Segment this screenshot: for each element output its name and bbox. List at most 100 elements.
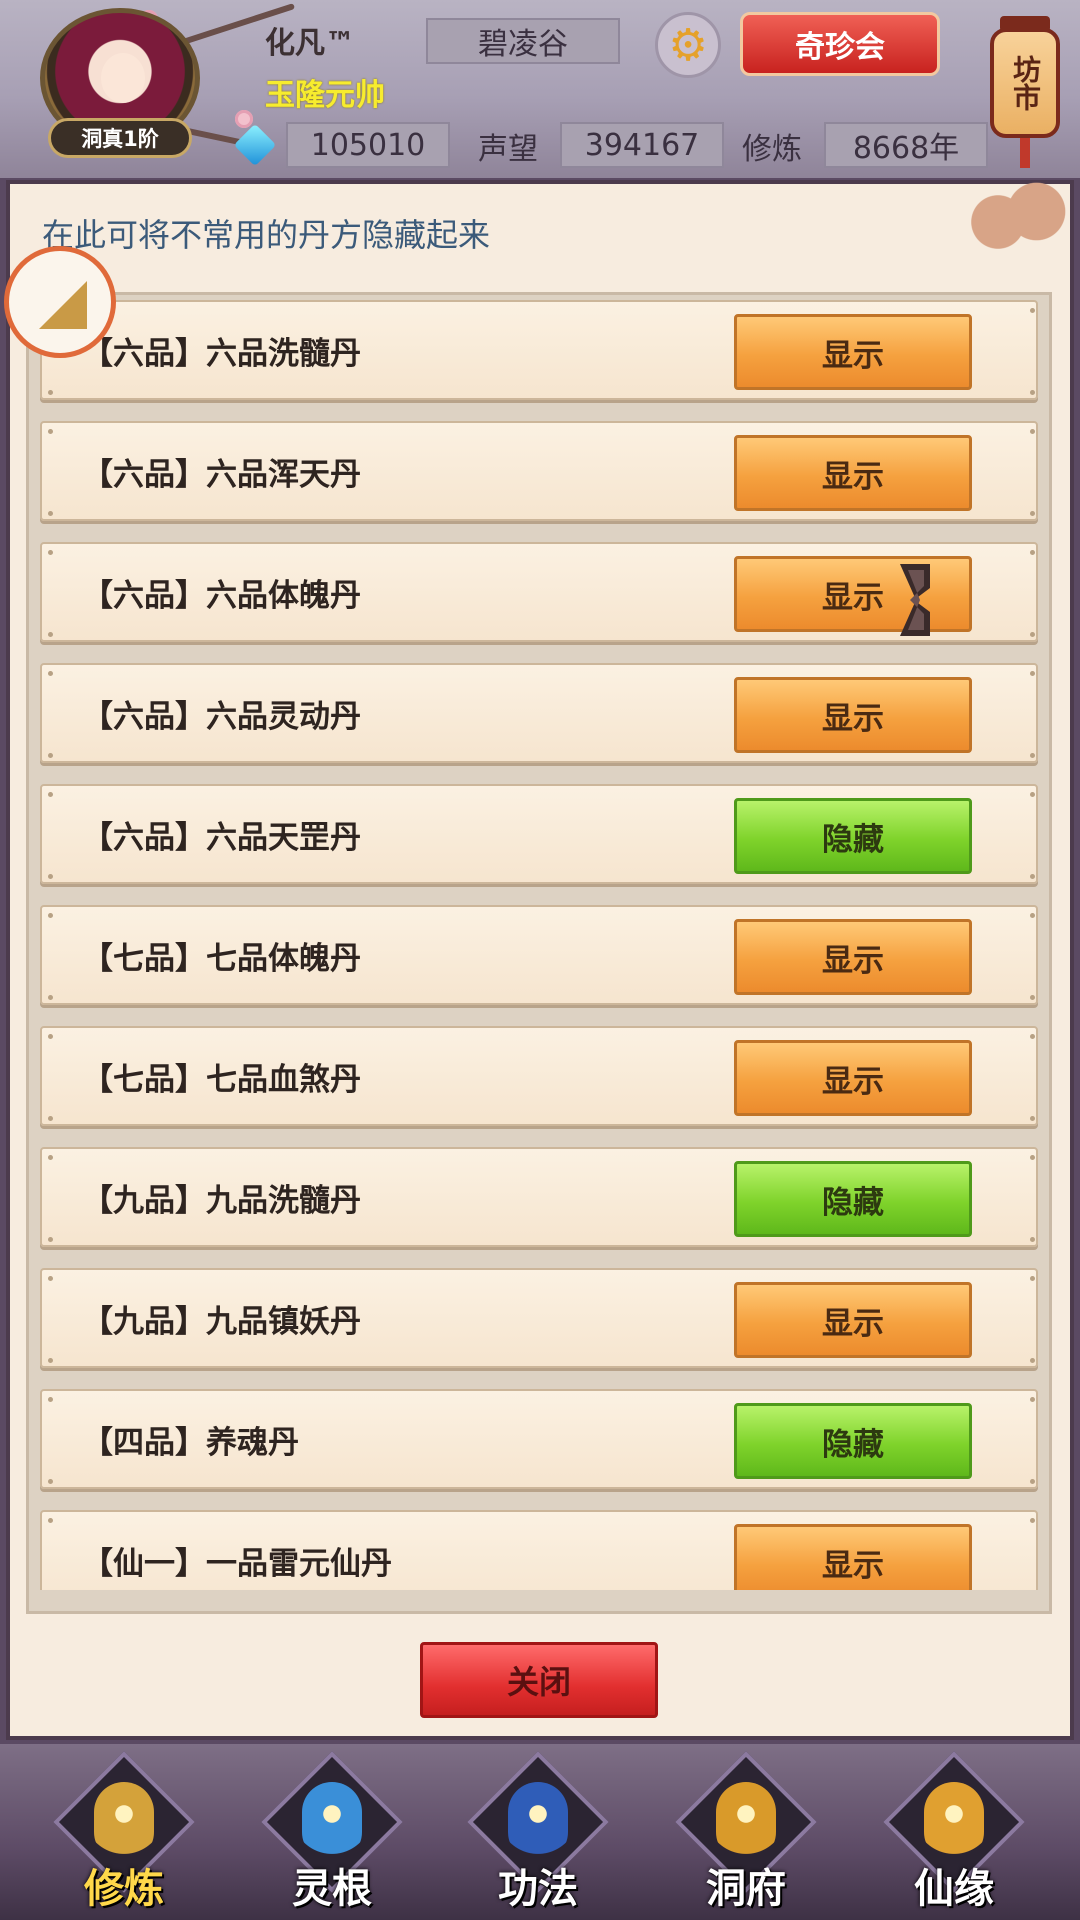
row-rivet xyxy=(1030,1518,1035,1523)
row-rivet xyxy=(48,1237,53,1242)
row-rivet xyxy=(48,632,53,637)
hide-recipe-button[interactable]: 隐藏 xyxy=(734,798,972,874)
recipe-name: 【七品】七品体魄丹 xyxy=(82,940,361,977)
nav-spirit-root[interactable]: 灵根 xyxy=(261,1751,403,1912)
recipe-name: 【四品】养魂丹 xyxy=(82,1424,299,1461)
recipe-name: 【六品】六品天罡丹 xyxy=(82,819,361,856)
row-rivet xyxy=(1030,913,1035,918)
collapse-toggle-button[interactable] xyxy=(4,246,116,358)
gourd-icon xyxy=(924,1782,984,1862)
row-rivet xyxy=(1030,671,1035,676)
recipe-row: 【九品】九品洗髓丹 隐藏 xyxy=(40,1147,1038,1247)
recipe-name: 【九品】九品镇妖丹 xyxy=(82,1303,361,1340)
row-rivet xyxy=(48,550,53,555)
show-recipe-button[interactable]: 显示 xyxy=(734,919,972,995)
row-rivet xyxy=(1030,1358,1035,1363)
row-rivet xyxy=(48,995,53,1000)
gems-field: 105010 xyxy=(286,122,450,168)
yinyang-sword-icon xyxy=(302,1782,362,1862)
rank-badge: 洞真1阶 xyxy=(48,118,192,158)
treasure-auction-button[interactable]: 奇珍会 xyxy=(740,12,940,76)
close-button[interactable]: 关闭 xyxy=(420,1642,658,1718)
monk-icon xyxy=(94,1782,154,1862)
nav-technique[interactable]: 功法 xyxy=(467,1751,609,1912)
nav-fate[interactable]: 仙缘 xyxy=(883,1751,1025,1912)
row-rivet xyxy=(48,1479,53,1484)
blossom-decoration xyxy=(235,110,253,128)
row-rivet xyxy=(1030,1034,1035,1039)
nav-cave[interactable]: 洞府 xyxy=(675,1751,817,1912)
row-rivet xyxy=(1030,1116,1035,1121)
recipe-row: 【六品】六品天罡丹 隐藏 xyxy=(40,784,1038,884)
reputation-label: 声望 xyxy=(478,132,538,167)
sect-field: 碧凌谷 xyxy=(426,18,620,64)
side-arrow-icon[interactable] xyxy=(896,560,946,640)
row-rivet xyxy=(48,429,53,434)
row-rivet xyxy=(1030,550,1035,555)
settings-gear-icon[interactable]: ⚙ xyxy=(655,12,721,78)
row-rivet xyxy=(48,1518,53,1523)
recipe-row: 【六品】六品浑天丹 显示 xyxy=(40,421,1038,521)
recipe-list[interactable]: 【六品】六品洗髓丹 显示 【六品】六品浑天丹 显示 【六品】六品体魄丹 显示 【六品】六品灵… xyxy=(40,300,1038,1590)
recipe-name: 【六品】六品体魄丹 xyxy=(82,577,361,614)
row-rivet xyxy=(1030,995,1035,1000)
nav-cultivate[interactable]: 修炼 xyxy=(53,1751,195,1912)
row-rivet xyxy=(1030,1276,1035,1281)
avatar-face xyxy=(101,53,145,103)
show-recipe-button[interactable]: 显示 xyxy=(734,677,972,753)
hide-recipe-button[interactable]: 隐藏 xyxy=(734,1161,972,1237)
recipe-row: 【六品】六品灵动丹 显示 xyxy=(40,663,1038,763)
player-name: 化凡™ xyxy=(265,26,355,61)
row-rivet xyxy=(48,1116,53,1121)
row-rivet xyxy=(48,1276,53,1281)
row-rivet xyxy=(48,1397,53,1402)
recipe-row: 【六品】六品体魄丹 显示 xyxy=(40,542,1038,642)
hide-recipe-button[interactable]: 隐藏 xyxy=(734,1403,972,1479)
recipe-name: 【仙一】一品雷元仙丹 xyxy=(82,1545,392,1582)
recipe-name: 【六品】六品浑天丹 xyxy=(82,456,361,493)
recipe-name: 【六品】六品灵动丹 xyxy=(82,698,361,735)
row-rivet xyxy=(48,1358,53,1363)
nav-label: 仙缘 xyxy=(914,1866,994,1912)
row-rivet xyxy=(48,792,53,797)
recipe-name: 【七品】七品血煞丹 xyxy=(82,1061,361,1098)
row-rivet xyxy=(1030,753,1035,758)
row-rivet xyxy=(1030,632,1035,637)
recipe-row: 【九品】九品镇妖丹 显示 xyxy=(40,1268,1038,1368)
pagoda-icon xyxy=(716,1782,776,1862)
row-rivet xyxy=(1030,1237,1035,1242)
book-icon xyxy=(508,1782,568,1862)
triangle-corner-icon xyxy=(39,281,87,329)
recipe-row: 【四品】养魂丹 隐藏 xyxy=(40,1389,1038,1489)
show-recipe-button[interactable]: 显示 xyxy=(734,435,972,511)
row-rivet xyxy=(1030,429,1035,434)
row-rivet xyxy=(1030,792,1035,797)
show-recipe-button[interactable]: 显示 xyxy=(734,314,972,390)
show-recipe-button[interactable]: 显示 xyxy=(734,1040,972,1116)
market-lantern-button[interactable]: 坊市 xyxy=(990,10,1060,168)
cultivation-field: 8668年 xyxy=(824,122,988,168)
nav-label: 洞府 xyxy=(706,1866,786,1912)
row-rivet xyxy=(48,1155,53,1160)
show-recipe-button[interactable]: 显示 xyxy=(734,1282,972,1358)
row-rivet xyxy=(48,753,53,758)
lantern-label: 坊市 xyxy=(990,28,1060,138)
panel-hint: 在此可将不常用的丹方隐藏起来 xyxy=(42,216,491,254)
row-rivet xyxy=(48,1034,53,1039)
row-rivet xyxy=(48,913,53,918)
row-rivet xyxy=(1030,511,1035,516)
player-title: 玉隆元帅 xyxy=(265,78,385,113)
recipe-row: 【七品】七品血煞丹 显示 xyxy=(40,1026,1038,1126)
show-recipe-button[interactable]: 显示 xyxy=(734,1524,972,1590)
recipe-row: 【仙一】一品雷元仙丹 显示 xyxy=(40,1510,1038,1590)
row-rivet xyxy=(48,390,53,395)
row-rivet xyxy=(48,874,53,879)
recipe-name: 【六品】六品洗髓丹 xyxy=(82,335,361,372)
cultivation-label: 修炼 xyxy=(742,132,802,167)
row-rivet xyxy=(1030,1155,1035,1160)
lantern-tassel xyxy=(1020,138,1030,168)
row-rivet xyxy=(1030,308,1035,313)
nav-label: 修炼 xyxy=(84,1866,164,1912)
row-rivet xyxy=(1030,874,1035,879)
row-rivet xyxy=(1030,1397,1035,1402)
